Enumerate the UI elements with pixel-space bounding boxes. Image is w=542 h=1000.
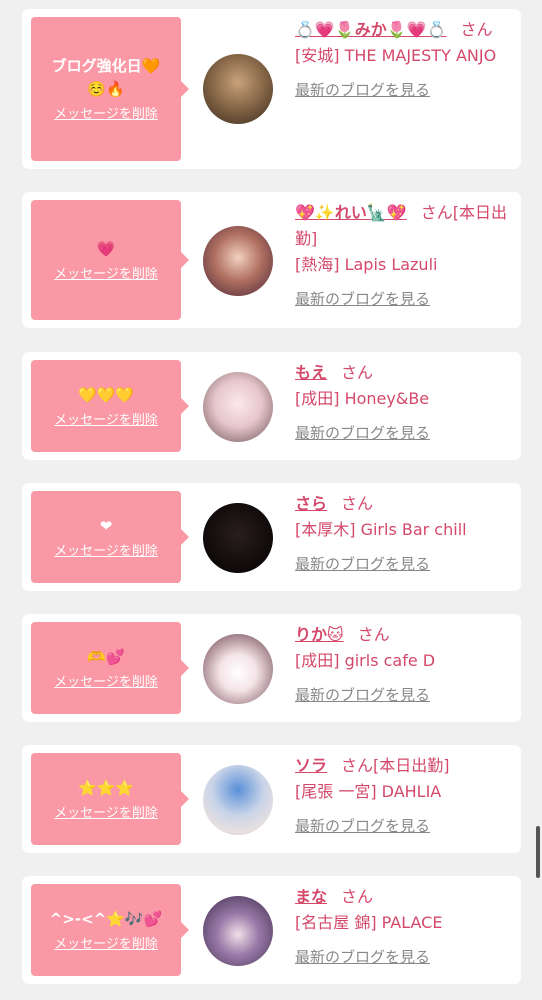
message-bubble: 🫶💕 メッセージを削除 [31, 622, 189, 714]
avatar[interactable] [203, 765, 273, 835]
user-info: りか🐱 さん [成田] girls cafe D 最新のブログを見る [295, 622, 509, 708]
honorific: さん [420, 203, 453, 222]
delete-message-link[interactable]: メッセージを削除 [54, 937, 158, 953]
user-info: ソラ さん[本日出勤] [尾張 一宮] DAHLIA 最新のブログを見る [295, 753, 509, 839]
honorific: さん [460, 20, 493, 39]
latest-blog-link[interactable]: 最新のブログを見る [295, 77, 509, 103]
message-bubble: ^>-<^⭐🎶💕 メッセージを削除 [31, 884, 189, 976]
user-name-link[interactable]: りか🐱 [295, 625, 344, 644]
avatar[interactable] [203, 372, 273, 442]
honorific: さん [341, 494, 374, 513]
latest-blog-link[interactable]: 最新のブログを見る [295, 286, 509, 312]
message-bubble: ブログ強化日🧡 ☺️🔥 メッセージを削除 [31, 17, 189, 161]
scrollbar[interactable] [536, 826, 540, 878]
shop-name: [安城] THE MAJESTY ANJO [295, 46, 497, 65]
delete-message-link[interactable]: メッセージを削除 [54, 675, 158, 691]
avatar[interactable] [203, 503, 273, 573]
avatar[interactable] [203, 634, 273, 704]
user-name-link[interactable]: ソラ [295, 756, 327, 775]
shop-name: [成田] Honey&Be [295, 389, 430, 408]
message-bubble: ⭐⭐⭐ メッセージを削除 [31, 753, 189, 845]
list-item: ^>-<^⭐🎶💕 メッセージを削除 まな さん [名古屋 錦] PALACE 最新… [22, 876, 521, 984]
list-item: ブログ強化日🧡 ☺️🔥 メッセージを削除 💍💗🌷みか🌷💗💍 さん [安城] THE… [22, 9, 521, 169]
delete-message-link[interactable]: メッセージを削除 [54, 267, 158, 283]
user-info: まな さん [名古屋 錦] PALACE 最新のブログを見る [295, 884, 509, 970]
message-text: ❤ [99, 516, 113, 535]
avatar[interactable] [203, 54, 273, 124]
latest-blog-link[interactable]: 最新のブログを見る [295, 420, 509, 446]
delete-message-link[interactable]: メッセージを削除 [54, 806, 158, 822]
latest-blog-link[interactable]: 最新のブログを見る [295, 551, 509, 577]
message-bubble: ❤ メッセージを削除 [31, 491, 189, 583]
avatar[interactable] [203, 226, 273, 296]
shop-name: [尾張 一宮] DAHLIA [295, 782, 442, 801]
user-name-link[interactable]: 💍💗🌷みか🌷💗💍 [295, 20, 447, 39]
user-name-link[interactable]: 💖✨れい🗽💖 [295, 203, 407, 222]
message-bubble: 💛💛💛 メッセージを削除 [31, 360, 189, 452]
user-info: さら さん [本厚木] Girls Bar chill 最新のブログを見る [295, 491, 509, 577]
message-list: ブログ強化日🧡 ☺️🔥 メッセージを削除 💍💗🌷みか🌷💗💍 さん [安城] THE… [0, 0, 542, 1000]
latest-blog-link[interactable]: 最新のブログを見る [295, 944, 509, 970]
list-item: ❤ メッセージを削除 さら さん [本厚木] Girls Bar chill 最新… [22, 483, 521, 591]
user-info: 💍💗🌷みか🌷💗💍 さん [安城] THE MAJESTY ANJO 最新のブログを… [295, 17, 509, 103]
list-item: 🫶💕 メッセージを削除 りか🐱 さん [成田] girls cafe D 最新のブ… [22, 614, 521, 722]
shop-name: [本厚木] Girls Bar chill [295, 520, 467, 539]
latest-blog-link[interactable]: 最新のブログを見る [295, 682, 509, 708]
delete-message-link[interactable]: メッセージを削除 [54, 413, 158, 429]
delete-message-link[interactable]: メッセージを削除 [54, 544, 158, 560]
shop-name: [熱海] Lapis Lazuli [295, 255, 438, 274]
user-name-link[interactable]: さら [295, 494, 327, 513]
status-text: [本日出勤] [373, 756, 450, 775]
latest-blog-link[interactable]: 最新のブログを見る [295, 813, 509, 839]
honorific: さん [341, 363, 374, 382]
message-text: 💛💛💛 [77, 385, 135, 404]
user-name-link[interactable]: まな [295, 887, 327, 906]
honorific: さん [341, 756, 374, 775]
message-bubble: 💗 メッセージを削除 [31, 200, 189, 320]
shop-name: [成田] girls cafe D [295, 651, 436, 670]
shop-name: [名古屋 錦] PALACE [295, 913, 443, 932]
message-text: 💗 [96, 239, 116, 258]
list-item: 💛💛💛 メッセージを削除 もえ さん [成田] Honey&Be 最新のブログを見… [22, 352, 521, 460]
message-text: ブログ強化日🧡 ☺️🔥 [51, 57, 161, 98]
message-text: 🫶💕 [87, 647, 125, 666]
honorific: さん [341, 887, 374, 906]
honorific: さん [357, 625, 390, 644]
delete-message-link[interactable]: メッセージを削除 [54, 107, 158, 123]
list-item: 💗 メッセージを削除 💖✨れい🗽💖 さん[本日出勤] [熱海] Lapis Laz… [22, 192, 521, 328]
user-info: 💖✨れい🗽💖 さん[本日出勤] [熱海] Lapis Lazuli 最新のブログを… [295, 200, 509, 312]
list-item: ⭐⭐⭐ メッセージを削除 ソラ さん[本日出勤] [尾張 一宮] DAHLIA 最… [22, 745, 521, 853]
user-info: もえ さん [成田] Honey&Be 最新のブログを見る [295, 360, 509, 446]
message-text: ⭐⭐⭐ [77, 778, 135, 797]
message-text: ^>-<^⭐🎶💕 [49, 909, 163, 928]
avatar[interactable] [203, 896, 273, 966]
user-name-link[interactable]: もえ [295, 363, 327, 382]
